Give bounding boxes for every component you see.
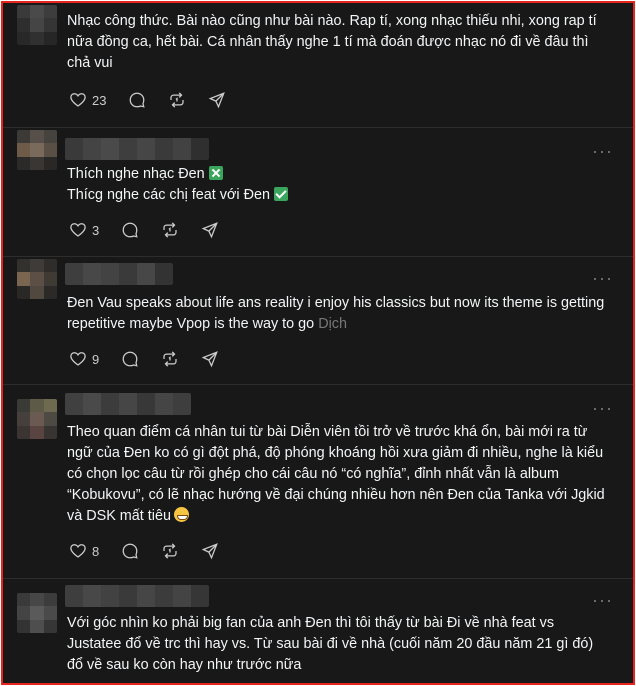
avatar[interactable]: [17, 259, 57, 299]
like-button[interactable]: 9: [69, 350, 99, 368]
comment-button[interactable]: [121, 542, 139, 560]
repost-icon: [163, 351, 177, 367]
share-button[interactable]: [201, 542, 219, 560]
username-blurred[interactable]: [65, 138, 209, 160]
grin-emoji-icon: [173, 507, 189, 522]
repost-button[interactable]: [161, 350, 179, 368]
comment-icon: [130, 92, 146, 108]
comment-icon: [122, 351, 138, 367]
post-text: Với góc nhìn ko phải big fan của anh Đen…: [67, 615, 594, 673]
repost-button[interactable]: [161, 221, 179, 239]
action-bar: 9: [69, 349, 241, 369]
post-line: Thích nghe nhạc Đen: [67, 166, 205, 182]
username-blurred[interactable]: [65, 263, 173, 285]
share-icon: [201, 543, 219, 560]
post-line: Thícg nghe các chị feat với Đen: [67, 187, 271, 203]
like-count: 8: [92, 543, 100, 559]
post-text: Theo quan điểm cá nhân tui từ bài Diễn v…: [67, 422, 611, 527]
comment-button[interactable]: [121, 350, 139, 368]
more-icon[interactable]: ···: [592, 269, 613, 287]
more-icon[interactable]: ···: [592, 142, 613, 160]
like-count: 23: [92, 92, 107, 108]
action-bar: 23: [69, 90, 248, 110]
post-text: Nhạc công thức. Bài nào cũng như bài nào…: [67, 13, 597, 71]
post-body: Theo quan điểm cá nhân tui từ bài Diễn v…: [67, 424, 605, 524]
feed-frame: Nhạc công thức. Bài nào cũng như bài nào…: [1, 1, 635, 685]
check-mark-icon: [274, 187, 289, 201]
translate-link[interactable]: Dịch: [318, 316, 347, 332]
repost-button[interactable]: [161, 542, 179, 560]
avatar[interactable]: [17, 130, 57, 170]
more-icon[interactable]: ···: [592, 591, 613, 609]
like-count: 3: [92, 222, 100, 238]
heart-icon: [70, 93, 86, 107]
username-blurred[interactable]: [65, 585, 209, 607]
share-icon: [209, 92, 226, 109]
heart-icon: [70, 544, 86, 558]
comment-icon: [122, 222, 138, 238]
share-button[interactable]: [208, 91, 226, 109]
avatar[interactable]: [17, 399, 57, 439]
repost-icon: [163, 543, 177, 559]
comment-button[interactable]: [128, 91, 146, 109]
share-icon: [201, 351, 219, 368]
reply-post: ··· Thích nghe nhạc Đen Thícg nghe các c…: [3, 128, 633, 257]
reply-post: Nhạc công thức. Bài nào cũng như bài nào…: [3, 3, 633, 128]
repost-button[interactable]: [168, 91, 186, 109]
repost-icon: [170, 92, 185, 108]
share-button[interactable]: [201, 221, 219, 239]
cross-mark-icon: [208, 166, 223, 180]
action-bar: 8: [69, 541, 241, 561]
like-button[interactable]: 3: [69, 221, 99, 239]
more-icon[interactable]: ···: [592, 399, 613, 417]
action-bar: 3: [69, 220, 241, 240]
heart-icon: [70, 223, 86, 237]
repost-icon: [163, 222, 177, 238]
reply-post: ··· Theo quan điểm cá nhân tui từ bài Di…: [3, 385, 633, 579]
post-text: Thích nghe nhạc Đen Thícg nghe các chị f…: [67, 164, 611, 206]
reply-post: ··· Với góc nhìn ko phải big fan của anh…: [3, 579, 633, 683]
share-icon: [201, 222, 219, 239]
like-count: 9: [92, 351, 100, 367]
reply-post: ··· Đen Vau speaks about life ans realit…: [3, 257, 633, 385]
like-button[interactable]: 8: [69, 542, 99, 560]
heart-icon: [70, 352, 86, 366]
post-text: Đen Vau speaks about life ans reality i …: [67, 293, 611, 335]
comment-button[interactable]: [121, 221, 139, 239]
username-blurred[interactable]: [65, 393, 191, 415]
share-button[interactable]: [201, 350, 219, 368]
avatar[interactable]: [17, 5, 57, 45]
comment-icon: [122, 543, 138, 559]
like-button[interactable]: 23: [69, 91, 106, 109]
avatar[interactable]: [17, 593, 57, 633]
